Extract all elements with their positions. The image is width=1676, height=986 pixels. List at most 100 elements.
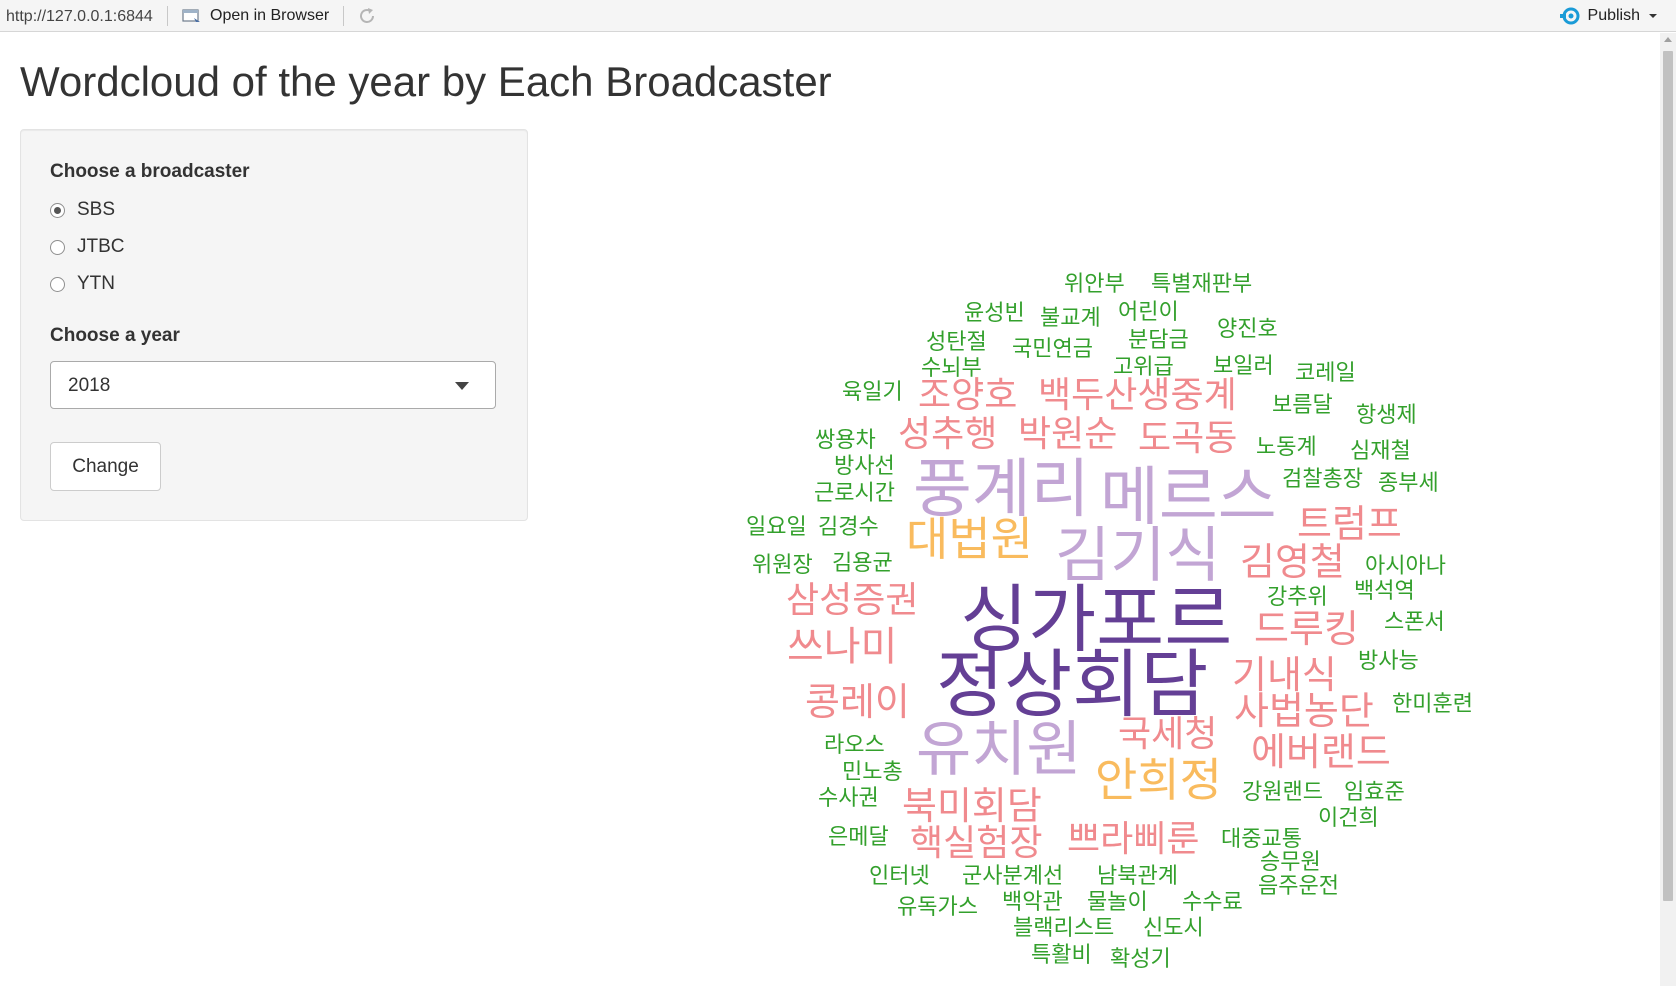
wordcloud-word: 정상회담 [936, 642, 1209, 728]
scroll-up-icon[interactable] [1664, 37, 1672, 42]
wordcloud-word: 항생제 [1356, 403, 1417, 428]
wordcloud-word: 조양호 [918, 375, 1018, 416]
wordcloud-word: 방사선 [834, 454, 895, 479]
wordcloud-word: 특별재판부 [1151, 272, 1253, 297]
radio-option-sbs[interactable]: SBS [50, 197, 115, 223]
wordcloud-word: 김용균 [832, 551, 893, 576]
wordcloud-word: 남북관계 [1097, 864, 1178, 889]
wordcloud-word: 임효준 [1344, 780, 1405, 805]
wordcloud-word: 육일기 [842, 380, 903, 405]
year-select-value: 2018 [68, 375, 111, 396]
wordcloud-word: 삼성증권 [786, 580, 919, 621]
radio-label: SBS [77, 199, 116, 220]
page-title: Wordcloud of the year by Each Broadcaste… [20, 58, 832, 105]
wordcloud-word: 민노총 [842, 760, 903, 785]
wordcloud-word: 백두산생중계 [1038, 375, 1237, 416]
wordcloud-word: 방사능 [1358, 649, 1419, 674]
wordcloud-word: 백석역 [1354, 579, 1415, 604]
wordcloud-word: 에버랜드 [1251, 730, 1391, 774]
wordcloud-word: 수사권 [818, 786, 879, 811]
wordcloud-word: 위안부 [1064, 272, 1125, 297]
wordcloud-word: 드루킹 [1254, 607, 1359, 651]
wordcloud-word: 한미훈련 [1392, 692, 1473, 717]
wordcloud-word: 도곡동 [1138, 418, 1238, 459]
wordcloud-word: 신도시 [1143, 916, 1204, 941]
wordcloud-word: 코레일 [1295, 361, 1356, 386]
wordcloud-word: 김영철 [1240, 540, 1345, 584]
wordcloud-word: 근로시간 [814, 481, 895, 506]
wordcloud-word: 강추위 [1267, 585, 1328, 610]
wordcloud-word: 분담금 [1128, 328, 1189, 353]
wordcloud-word: 국민연금 [1012, 337, 1093, 362]
scrollbar-thumb[interactable] [1663, 51, 1673, 901]
radio-button-icon[interactable] [50, 239, 65, 255]
wordcloud-word: 은메달 [828, 825, 889, 850]
toolbar-divider [167, 6, 168, 26]
broadcaster-label: Choose a broadcaster [50, 161, 250, 182]
radio-label: JTBC [77, 236, 125, 257]
wordcloud-word: 검찰총장 [1282, 467, 1363, 492]
open-in-browser-label: Open in Browser [210, 7, 330, 24]
year-label: Choose a year [50, 325, 180, 346]
wordcloud-word: 물놀이 [1087, 890, 1148, 915]
toolbar-divider [343, 6, 344, 26]
year-select[interactable]: 2018 [50, 361, 496, 409]
open-in-browser-button[interactable]: Open in Browser [182, 5, 329, 27]
wordcloud-word: 어린이 [1118, 300, 1179, 325]
wordcloud-word: 보름달 [1272, 393, 1333, 418]
window-icon [182, 9, 200, 22]
wordcloud-word: 종부세 [1378, 471, 1439, 496]
wordcloud-word: 특활비 [1031, 943, 1092, 968]
wordcloud-word: 심재철 [1350, 439, 1411, 464]
wordcloud-word: 트럼프 [1297, 502, 1402, 546]
wordcloud-word: 블랙리스트 [1013, 916, 1115, 941]
wordcloud-word: 아시아나 [1365, 554, 1446, 579]
radio-button-icon[interactable] [50, 202, 65, 218]
wordcloud-word: 윤성빈 [964, 301, 1025, 326]
wordcloud-word: 사법농단 [1234, 689, 1374, 733]
radio-option-jtbc[interactable]: JTBC [50, 234, 125, 260]
wordcloud-word: 수수료 [1182, 890, 1243, 915]
wordcloud-word: 김경수 [818, 515, 879, 540]
wordcloud-word: 유치원 [916, 715, 1082, 785]
caret-down-icon[interactable] [455, 382, 469, 390]
refresh-button[interactable] [356, 5, 378, 32]
wordcloud-word: 국세청 [1118, 714, 1218, 755]
refresh-icon [360, 8, 374, 23]
wordcloud-word: 유독가스 [897, 895, 978, 920]
wordcloud-word: 노동계 [1256, 435, 1317, 460]
viewer-toolbar: http://127.0.0.1:6844 Open in Browser Pu… [0, 0, 1676, 32]
wordcloud-word: 이건희 [1318, 806, 1379, 831]
wordcloud-word: 불교계 [1040, 306, 1101, 331]
wordcloud-word: 군사분계선 [962, 864, 1064, 889]
wordcloud-word: 양진호 [1217, 317, 1278, 342]
wordcloud-word: 박원순 [1018, 414, 1118, 455]
wordcloud-word: 강원랜드 [1242, 780, 1323, 805]
wordcloud-word: 콩레이 [805, 680, 910, 724]
radio-button-icon[interactable] [50, 276, 65, 292]
publish-button[interactable]: Publish [1559, 5, 1660, 27]
wordcloud-word: 스폰서 [1384, 610, 1445, 635]
wordcloud-word: 대법원 [906, 512, 1033, 566]
wordcloud-word: 일요일 [746, 515, 807, 540]
wordcloud-word: 쁘라삐룬 [1067, 819, 1200, 860]
vertical-scrollbar[interactable] [1660, 33, 1676, 986]
wordcloud-word: 위원장 [752, 553, 813, 578]
radio-label: YTN [77, 273, 115, 294]
wordcloud-word: 쓰나미 [787, 624, 898, 670]
chevron-down-icon[interactable] [1646, 11, 1660, 21]
wordcloud-word: 음주운전 [1258, 874, 1339, 899]
wordcloud-word: 북미회담 [902, 784, 1042, 828]
publish-icon [1559, 7, 1580, 25]
wordcloud-word: 핵실험장 [910, 823, 1043, 864]
radio-option-ytn[interactable]: YTN [50, 271, 115, 297]
url-text: http://127.0.0.1:6844 [6, 8, 153, 25]
wordcloud-word: 확성기 [1110, 947, 1171, 972]
wordcloud-word: 승무원 [1260, 850, 1321, 875]
wordcloud-word: 쌍용차 [815, 428, 876, 453]
wordcloud-word: 백악관 [1002, 890, 1063, 915]
change-button[interactable]: Change [50, 442, 161, 491]
wordcloud-word: 대중교통 [1221, 827, 1302, 852]
publish-label: Publish [1587, 7, 1640, 24]
sidebar-panel: Choose a broadcaster SBS JTBC YTN Choose… [20, 129, 528, 521]
